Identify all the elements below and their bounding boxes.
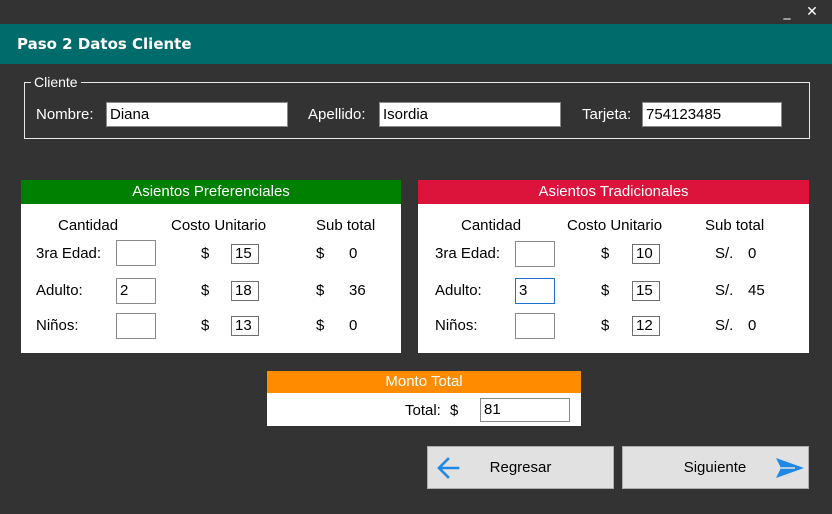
trad-col-subtotal: Sub total — [705, 217, 765, 234]
trad-cost-3ra-edad: 10 — [632, 244, 660, 264]
apellido-field[interactable]: Isordia — [379, 102, 561, 127]
pref-row-label-adulto: Adulto: — [36, 282, 83, 299]
trad-qty-ninos[interactable] — [515, 313, 555, 339]
monto-total-panel: Monto Total Total: $ 81 — [267, 371, 581, 426]
pref-cost-adulto: 18 — [231, 281, 259, 301]
pref-qty-ninos[interactable] — [116, 313, 156, 339]
tradicionales-panel: Asientos Tradicionales Cantidad Costo Un… — [418, 180, 809, 353]
trad-col-costo: Costo Unitario — [567, 217, 663, 234]
pref-currency: $ — [201, 245, 210, 262]
siguiente-button[interactable]: Siguiente — [622, 446, 809, 489]
pref-sub-currency: $ — [316, 245, 325, 262]
nombre-label: Nombre: — [36, 106, 94, 123]
pref-subtotal-3ra-edad: 0 — [349, 245, 358, 262]
total-value-field: 81 — [480, 398, 570, 422]
pref-col-subtotal: Sub total — [316, 217, 376, 234]
tarjeta-label: Tarjeta: — [582, 106, 632, 123]
page-header: Paso 2 Datos Cliente — [0, 24, 832, 64]
trad-subtotal-3ra-edad: 0 — [748, 245, 757, 262]
page-title: Paso 2 Datos Cliente — [17, 35, 192, 53]
trad-row-label-ninos: Niños: — [435, 317, 478, 334]
nombre-field[interactable]: Diana — [106, 102, 288, 127]
window-titlebar: _ ✕ — [0, 0, 832, 24]
pref-col-cantidad: Cantidad — [58, 217, 119, 234]
trad-sub-currency: S/. — [715, 317, 734, 334]
regresar-label: Regresar — [489, 459, 552, 476]
send-arrow-icon — [776, 458, 804, 478]
monto-total-header: Monto Total — [267, 371, 581, 393]
regresar-button[interactable]: Regresar — [427, 446, 614, 489]
pref-qty-adulto[interactable]: 2 — [116, 278, 156, 304]
trad-cost-adulto: 15 — [632, 281, 660, 301]
pref-row-label-ninos: Niños: — [36, 317, 79, 334]
pref-cost-3ra-edad: 15 — [231, 244, 259, 264]
pref-currency: $ — [201, 282, 210, 299]
preferenciales-panel: Asientos Preferenciales Cantidad Costo U… — [21, 180, 401, 353]
tarjeta-field[interactable]: 754123485 — [642, 102, 782, 127]
pref-row-label-3ra-edad: 3ra Edad: — [36, 245, 102, 262]
cliente-legend: Cliente — [31, 73, 81, 91]
trad-row-label-3ra-edad: 3ra Edad: — [435, 245, 501, 262]
trad-currency: $ — [601, 282, 610, 299]
trad-sub-currency: S/. — [715, 282, 734, 299]
pref-qty-3ra-edad[interactable] — [116, 240, 156, 266]
pref-currency: $ — [201, 317, 210, 334]
total-label: Total: — [405, 402, 441, 419]
trad-subtotal-ninos: 0 — [748, 317, 757, 334]
tradicionales-header: Asientos Tradicionales — [418, 180, 809, 204]
trad-col-cantidad: Cantidad — [461, 217, 522, 234]
trad-qty-adulto[interactable]: 3 — [515, 278, 555, 304]
trad-row-label-adulto: Adulto: — [435, 282, 482, 299]
total-currency: $ — [450, 402, 459, 419]
preferenciales-header: Asientos Preferenciales — [21, 180, 401, 204]
trad-currency: $ — [601, 245, 610, 262]
pref-sub-currency: $ — [316, 282, 325, 299]
trad-currency: $ — [601, 317, 610, 334]
minimize-icon[interactable]: _ — [776, 2, 798, 22]
pref-sub-currency: $ — [316, 317, 325, 334]
apellido-label: Apellido: — [308, 106, 366, 123]
pref-subtotal-ninos: 0 — [349, 317, 358, 334]
trad-cost-ninos: 12 — [632, 316, 660, 336]
trad-sub-currency: S/. — [715, 245, 734, 262]
pref-subtotal-adulto: 36 — [349, 282, 366, 299]
trad-subtotal-adulto: 45 — [748, 282, 765, 299]
pref-col-costo: Costo Unitario — [171, 217, 267, 234]
pref-cost-ninos: 13 — [231, 316, 259, 336]
close-icon[interactable]: ✕ — [801, 2, 823, 22]
trad-qty-3ra-edad[interactable] — [515, 241, 555, 267]
